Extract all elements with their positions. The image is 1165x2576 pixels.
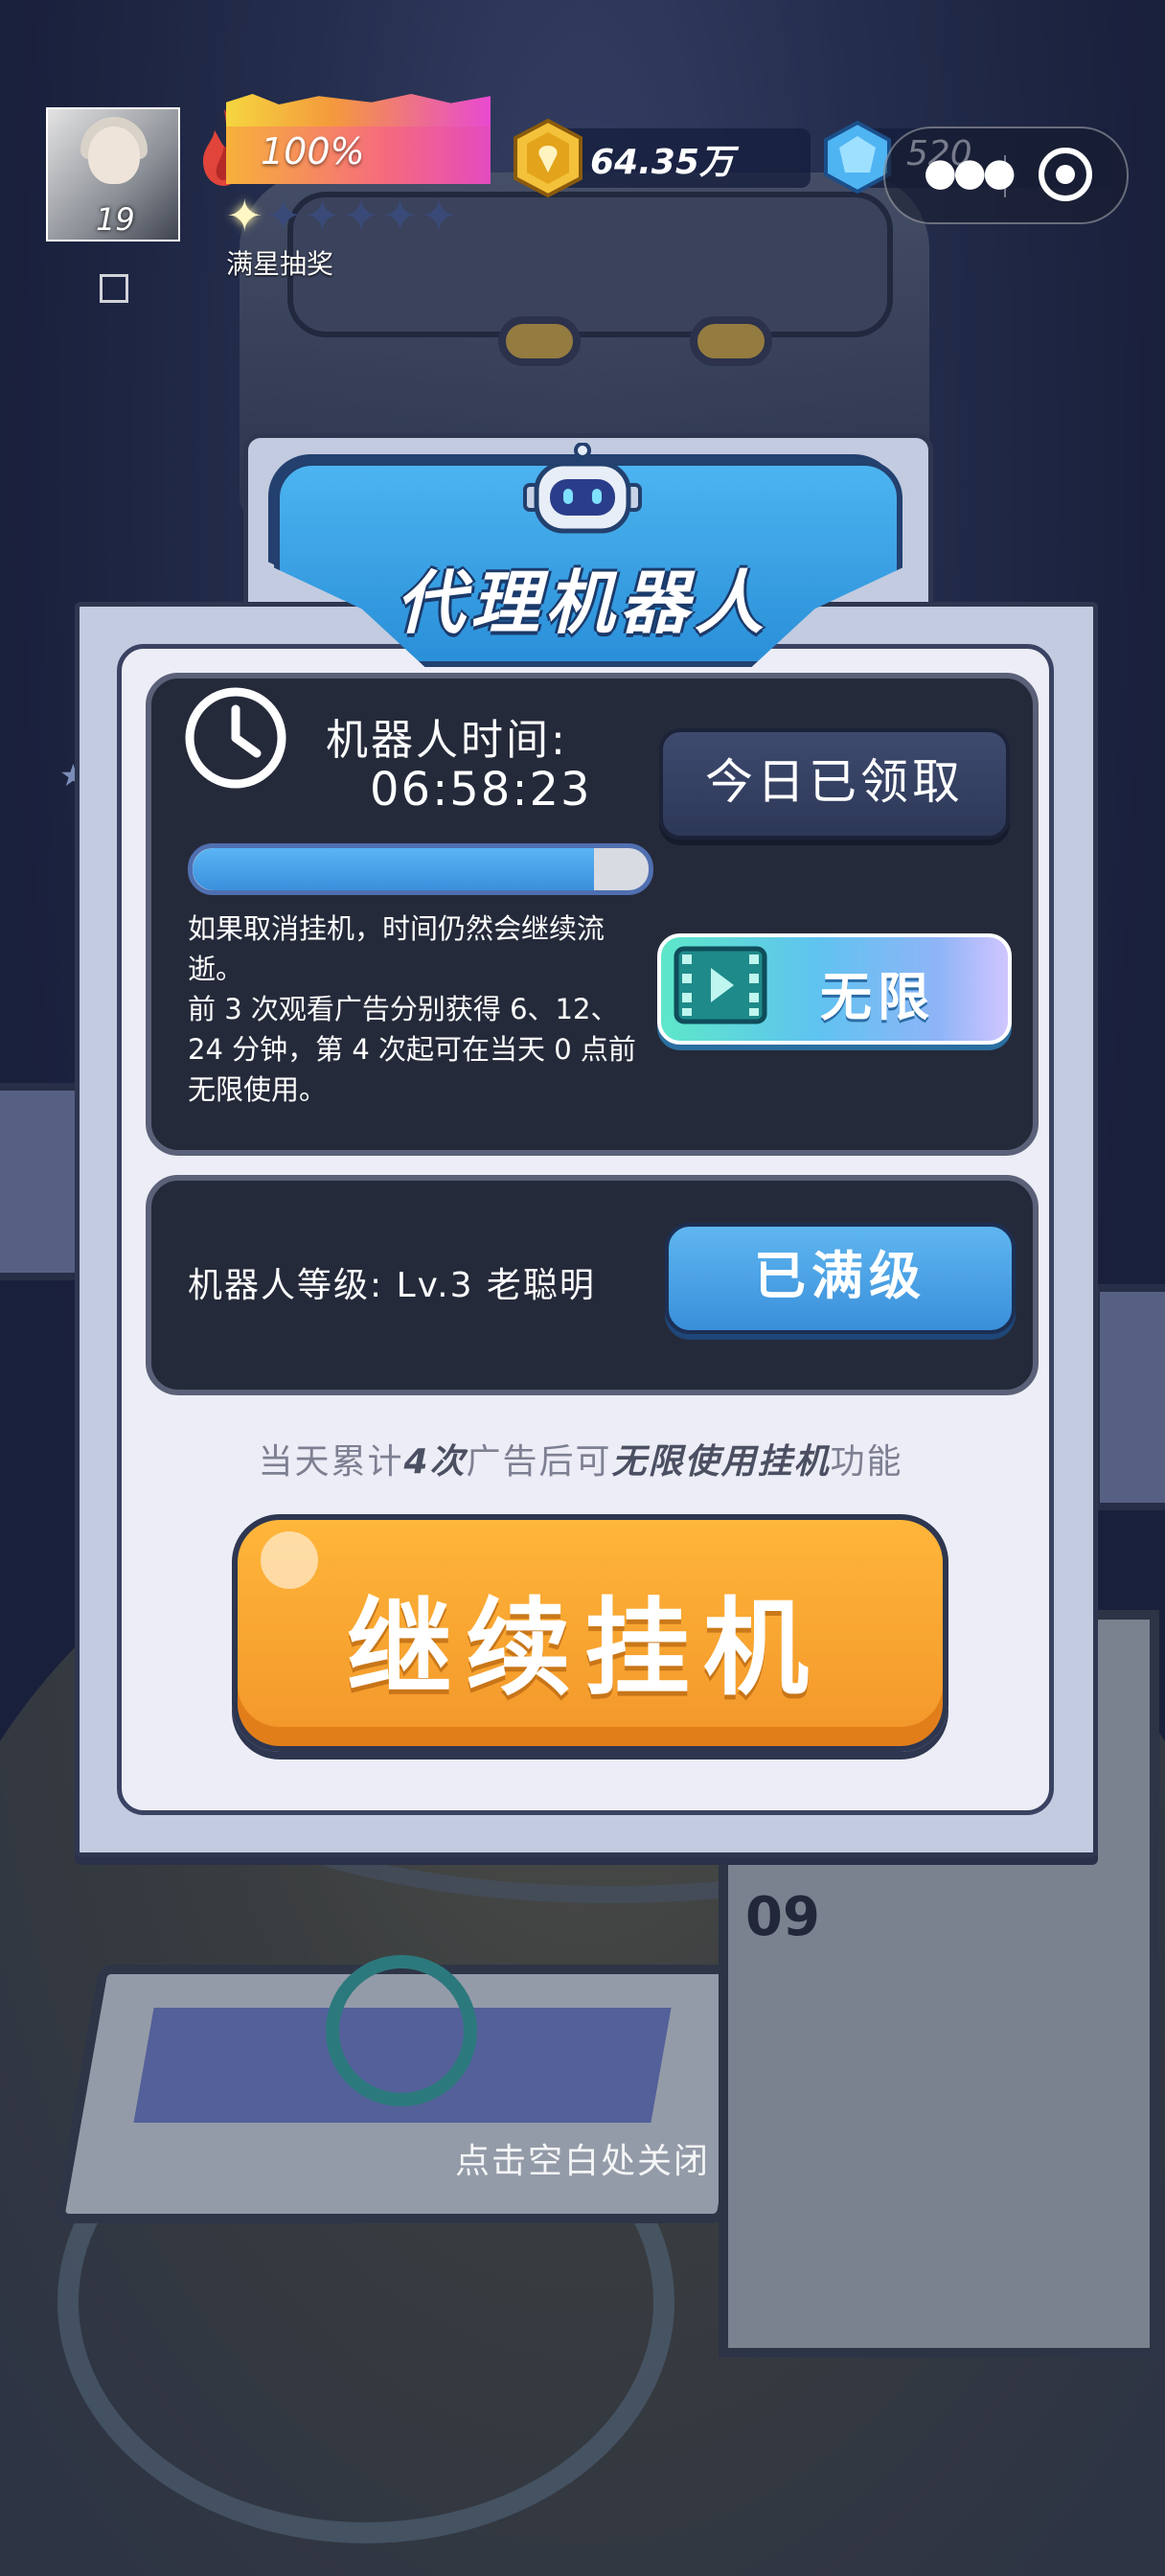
energy-percent: 100%: [261, 130, 365, 172]
coin-amount: 64.35万: [590, 143, 734, 182]
description-line: 前 3 次观看广告分别获得 6、12、24 分钟，第 4 次起可在当天 0 点前…: [188, 993, 636, 1106]
robot-time-progress-bar: [188, 843, 653, 895]
dialog-title: 代理机器人: [395, 563, 769, 643]
robot-icon: [523, 443, 642, 534]
continue-idle-label[interactable]: 继续挂机: [232, 1562, 937, 1715]
star-filled-icon: ✦: [226, 190, 263, 242]
close-target-icon[interactable]: [1039, 148, 1092, 201]
robot-time-value: 06:58:23: [370, 763, 592, 816]
robot-time-description: 如果取消挂机，时间仍然会继续流逝。 前 3 次观看广告分别获得 6、12、24 …: [188, 908, 648, 1110]
mini-program-capsule[interactable]: ●●●: [883, 126, 1129, 224]
coin-icon: [514, 118, 582, 198]
claimed-today-button[interactable]: 今日已领取: [659, 728, 1010, 840]
star-empty-icon: ✦: [381, 190, 419, 242]
unlimited-hint: 当天累计4次广告后可无限使用挂机功能: [258, 1442, 903, 1482]
star-empty-icon: ✦: [342, 190, 380, 242]
star-empty-icon: ✦: [264, 190, 303, 242]
robot-time-label: 机器人时间:: [326, 716, 568, 765]
star-rating[interactable]: ✦ ✦ ✦ ✦ ✦ ✦: [226, 192, 457, 240]
video-film-icon: [674, 946, 767, 1024]
robot-level-label: 机器人等级: Lv.3 老聪明: [188, 1266, 596, 1305]
checkbox-square[interactable]: [100, 274, 128, 303]
star-empty-icon: ✦: [420, 190, 458, 242]
more-options-icon[interactable]: ●●●: [924, 153, 1017, 192]
stars-lottery-label[interactable]: 满星抽奖: [226, 243, 333, 282]
tap-to-close-hint[interactable]: 点击空白处关闭: [0, 2133, 1165, 2183]
description-line: 如果取消挂机，时间仍然会继续流逝。: [188, 912, 605, 985]
star-empty-icon: ✦: [304, 190, 341, 242]
player-level: 19: [96, 201, 135, 238]
player-avatar[interactable]: 19: [46, 107, 180, 242]
unlimited-button-label[interactable]: 无限: [820, 954, 935, 1030]
clock-icon: [185, 687, 286, 789]
max-level-button[interactable]: 已满级: [665, 1223, 1016, 1334]
